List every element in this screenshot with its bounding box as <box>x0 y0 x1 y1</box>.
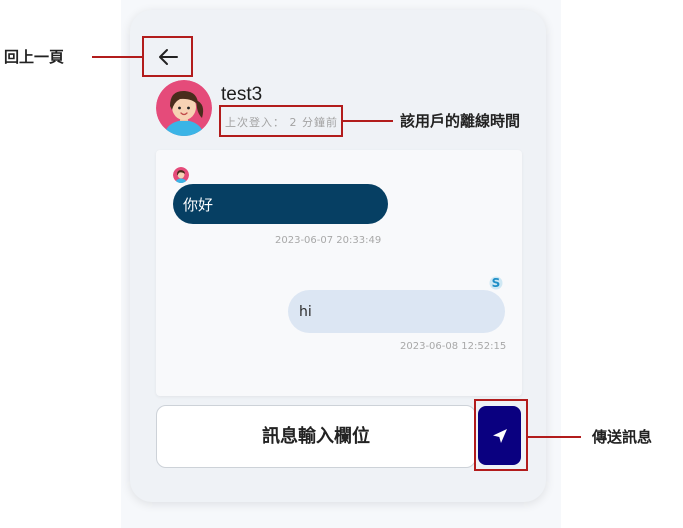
incoming-message-bubble: 你好 <box>173 184 388 224</box>
send-button-highlight <box>474 399 528 471</box>
incoming-message-time: 2023-06-07 20:33:49 <box>275 235 382 246</box>
offline-annotation-line <box>343 120 393 122</box>
chat-username: test3 <box>221 84 263 105</box>
outgoing-message-time: 2023-06-08 12:52:15 <box>400 341 507 352</box>
send-annotation-line <box>528 436 581 438</box>
last-login-highlight <box>219 105 343 137</box>
svg-text:S: S <box>492 276 501 290</box>
user-avatar <box>156 80 212 136</box>
back-annotation-label: 回上一頁 <box>4 48 65 66</box>
outgoing-message-bubble: hi <box>288 290 505 333</box>
send-annotation-label: 傳送訊息 <box>592 428 653 446</box>
offline-annotation-label: 該用戶的離線時間 <box>400 112 521 130</box>
back-button-highlight <box>142 36 193 77</box>
back-annotation-line <box>92 56 142 58</box>
message-input[interactable]: 訊息輸入欄位 <box>156 405 476 468</box>
sender-avatar <box>173 167 189 183</box>
self-avatar-badge: S <box>489 275 503 290</box>
